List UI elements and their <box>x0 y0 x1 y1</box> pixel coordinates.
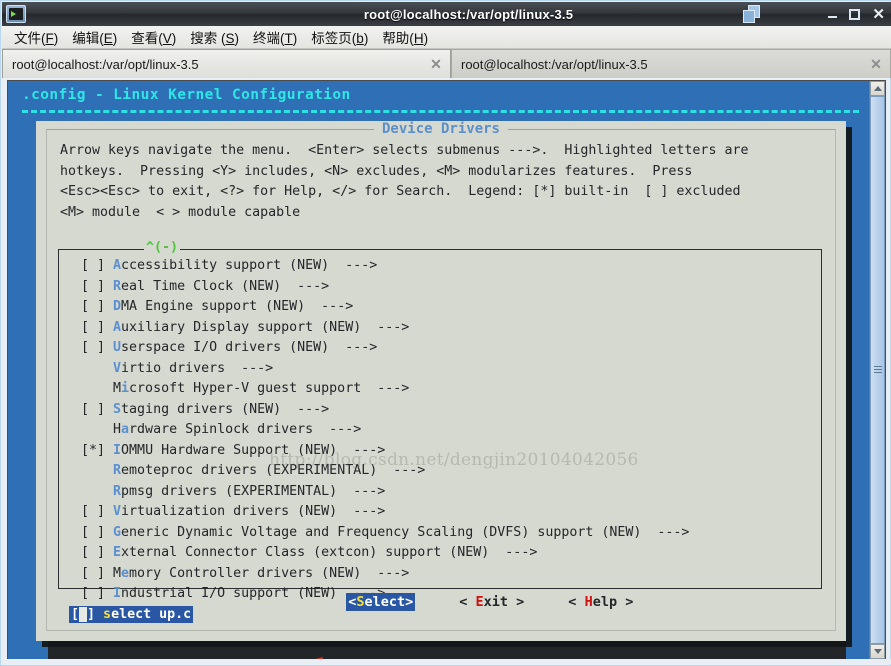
scroll-grip <box>874 366 882 374</box>
help-button[interactable]: < Help > <box>568 594 633 610</box>
menu-tabs[interactable]: 标签页(b) <box>305 26 376 48</box>
menu-help[interactable]: 帮助(H) <box>376 26 436 48</box>
terminal-content: .config - Linux Kernel Configuration Dev… <box>8 81 869 659</box>
menu-search[interactable]: 搜索 (S) <box>184 26 247 48</box>
window-controls: ✕ <box>828 2 885 26</box>
kconfig-title: .config - Linux Kernel Configuration <box>22 87 351 103</box>
list-item[interactable]: Microsoft Hyper-V guest support ---> <box>69 379 817 400</box>
list-item[interactable]: Rpmsg drivers (EXPERIMENTAL) ---> <box>69 482 817 503</box>
tab-terminal-2[interactable]: root@localhost:/var/opt/linux-3.5 ✕ <box>451 49 891 78</box>
dialog-title: Device Drivers <box>47 121 835 137</box>
maximize-button[interactable] <box>849 8 861 20</box>
menu-edit[interactable]: 编辑(E) <box>66 26 125 48</box>
chevron-up-icon[interactable] <box>870 81 885 96</box>
menu-item-list: [ ] Accessibility support (NEW) ---> [ ]… <box>69 256 817 625</box>
tab-terminal-1[interactable]: root@localhost:/var/opt/linux-3.5 ✕ <box>2 49 451 78</box>
close-icon[interactable]: ✕ <box>428 56 444 72</box>
menu-file[interactable]: 文件(F) <box>8 26 66 48</box>
menuconfig-dialog: Device Drivers Arrow keys navigate the m… <box>36 121 846 659</box>
minimize-button[interactable] <box>828 9 838 19</box>
tabstrip: root@localhost:/var/opt/linux-3.5 ✕ root… <box>2 49 891 78</box>
terminal-icon <box>6 5 26 23</box>
tab-label: root@localhost:/var/opt/linux-3.5 <box>461 56 648 72</box>
list-item[interactable]: Remoteproc drivers (EXPERIMENTAL) ---> <box>69 461 817 482</box>
terminal-window-app: root@localhost:/var/opt/linux-3.5 ✕ 文件(F… <box>0 0 891 666</box>
list-item[interactable]: [ ] Accessibility support (NEW) ---> <box>69 256 817 277</box>
list-item[interactable]: Hardware Spinlock drivers ---> <box>69 420 817 441</box>
exit-button[interactable]: < Exit > <box>459 594 524 610</box>
list-item[interactable]: [*] IOMMU Hardware Support (NEW) ---> <box>69 441 817 462</box>
chevron-down-icon[interactable] <box>870 644 885 659</box>
help-text: Arrow keys navigate the menu. <Enter> se… <box>60 143 749 220</box>
window-bottom-trim <box>2 659 891 664</box>
menu-terminal[interactable]: 终端(T) <box>247 26 305 48</box>
window-frame: root@localhost:/var/opt/linux-3.5 ✕ 文件(F… <box>0 0 891 666</box>
list-item[interactable]: [ ] Staging drivers (NEW) ---> <box>69 400 817 421</box>
list-item[interactable]: [ ] External Connector Class (extcon) su… <box>69 543 817 564</box>
list-item[interactable]: [ ] Auxiliary Display support (NEW) ---> <box>69 318 817 339</box>
kconfig-title-rule <box>22 110 859 116</box>
menu-view[interactable]: 查看(V) <box>125 26 184 48</box>
close-icon[interactable]: ✕ <box>868 56 884 72</box>
dialog-shadow <box>48 641 846 659</box>
menubar: 文件(F) 编辑(E) 查看(V) 搜索 (S) 终端(T) 标签页(b) 帮助… <box>2 26 891 49</box>
close-button[interactable]: ✕ <box>872 7 885 22</box>
list-item[interactable]: Virtio drivers ---> <box>69 359 817 380</box>
terminal-scrollbar[interactable] <box>869 81 885 659</box>
dialog-buttons: <Select> < Exit > < Help > <box>36 577 846 627</box>
windows-stack-icon[interactable] <box>742 3 764 25</box>
list-item[interactable]: [ ] Userspace I/O drivers (NEW) ---> <box>69 338 817 359</box>
scroll-thumb[interactable] <box>870 96 885 644</box>
tab-label: root@localhost:/var/opt/linux-3.5 <box>12 56 199 72</box>
terminal-viewport[interactable]: .config - Linux Kernel Configuration Dev… <box>7 80 886 660</box>
window-titlebar: root@localhost:/var/opt/linux-3.5 ✕ <box>2 2 891 26</box>
list-item[interactable]: [ ] Real Time Clock (NEW) ---> <box>69 277 817 298</box>
select-button[interactable]: <Select> <box>346 593 416 611</box>
list-item[interactable]: [ ] DMA Engine support (NEW) ---> <box>69 297 817 318</box>
scroll-up-indicator: ^(-) <box>144 240 181 255</box>
menu-listbox[interactable]: ^(-) [ ] Accessibility support (NEW) ---… <box>58 240 822 623</box>
list-item[interactable]: [ ] Generic Dynamic Voltage and Frequenc… <box>69 523 817 544</box>
list-item[interactable]: [ ] Virtualization drivers (NEW) ---> <box>69 502 817 523</box>
